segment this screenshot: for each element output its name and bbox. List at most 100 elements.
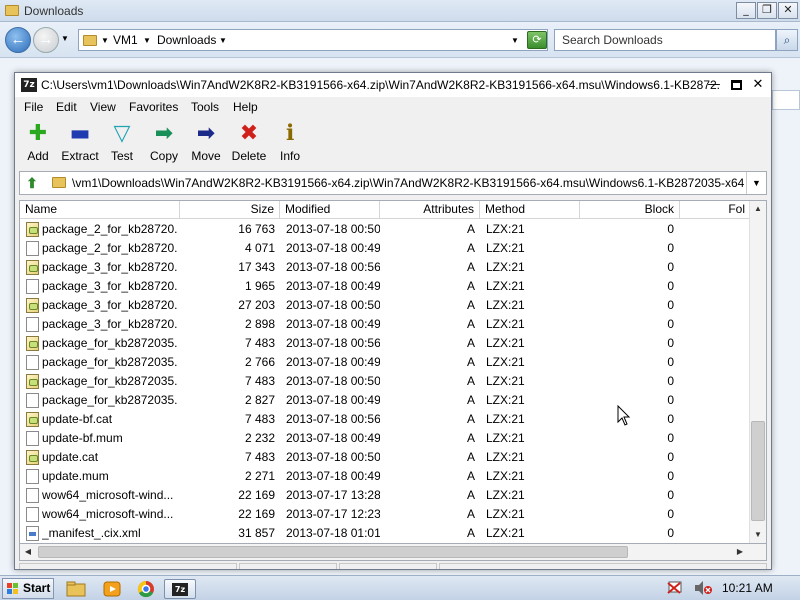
minimize-button[interactable]: — (705, 76, 723, 94)
cell-block: 0 (667, 317, 674, 331)
table-row[interactable]: update-bf.cat 7 483 2013-07-18 00:56 A LZX:2… (20, 410, 750, 429)
minimize-button[interactable]: _ (736, 2, 756, 19)
table-row[interactable]: package_for_kb2872035... 2 766 2013-07-18 … (20, 353, 750, 372)
cell-name: package_2_for_kb28720... (42, 241, 178, 255)
cell-size: 4 071 (244, 241, 275, 255)
add-button[interactable]: ✚ Add (14, 121, 62, 163)
table-row[interactable]: package_3_for_kb28720... 2 898 2013-07-18 … (20, 315, 750, 334)
cell-method: LZX:21 (486, 469, 525, 483)
7zip-window: 7z C:\Users\vm1\Downloads\Win7AndW2K8R2-… (14, 72, 772, 570)
address-path[interactable]: \vm1\Downloads\Win7AndW2K8R2-KB3191566-x… (72, 176, 744, 190)
breadcrumb-downloads[interactable]: Downloads (157, 33, 216, 47)
cell-modified: 2013-07-18 00:49 (286, 279, 380, 293)
column-name[interactable]: Name (20, 201, 180, 219)
7zip-address-bar[interactable]: ⬆ \vm1\Downloads\Win7AndW2K8R2-KB3191566… (19, 171, 767, 195)
cell-name: package_for_kb2872035... (42, 393, 178, 407)
recent-pages-icon[interactable]: ▼ (61, 34, 69, 43)
table-row[interactable]: package_2_for_kb28720... 4 071 2013-07-18 … (20, 239, 750, 258)
cell-modified: 2013-07-18 00:50 (286, 450, 380, 464)
column-block[interactable]: Block (580, 201, 680, 219)
column-folders[interactable]: Fol (680, 201, 750, 219)
search-input[interactable]: Search Downloads (554, 29, 776, 51)
table-row[interactable]: update-bf.mum 2 232 2013-07-18 00:49 A LZX:2… (20, 429, 750, 448)
clock[interactable]: 10:21 AM (722, 581, 773, 595)
cell-name: wow64_microsoft-wind... (42, 507, 174, 521)
menu-edit[interactable]: Edit (56, 100, 77, 114)
column-attributes[interactable]: Attributes (380, 201, 480, 219)
cell-size: 2 766 (244, 355, 275, 369)
table-row[interactable]: package_for_kb2872035... 7 483 2013-07-18 … (20, 372, 750, 391)
menu-file[interactable]: File (24, 100, 43, 114)
cell-block: 0 (667, 241, 674, 255)
scroll-up-icon[interactable]: ▲ (750, 201, 766, 217)
forward-button[interactable]: → (33, 27, 59, 53)
chrome-taskbar-icon[interactable] (135, 579, 157, 599)
explorer-taskbar-icon[interactable] (65, 579, 87, 599)
file-list[interactable]: Name Size Modified Attributes Method Blo… (19, 200, 767, 544)
table-row[interactable]: wow64_microsoft-wind... 22 169 2013-07-17 … (20, 505, 750, 524)
cell-method: LZX:21 (486, 355, 525, 369)
menu-tools[interactable]: Tools (191, 100, 219, 114)
explorer-title: Downloads (24, 4, 84, 18)
7zip-taskbar-icon[interactable]: 7z (164, 579, 196, 599)
table-row[interactable]: package_for_kb2872035... 2 827 2013-07-18 … (20, 391, 750, 410)
menu-help[interactable]: Help (233, 100, 258, 114)
search-icon[interactable]: ⌕ (776, 29, 798, 51)
extract-button[interactable]: ▬ Extract (56, 121, 104, 163)
table-row[interactable]: update.cat 7 483 2013-07-18 00:50 A LZX:21 0 (20, 448, 750, 467)
table-row[interactable]: wow64_microsoft-wind... 22 169 2013-07-17 … (20, 486, 750, 505)
chevron-down-icon[interactable]: ▼ (219, 36, 227, 45)
close-button[interactable]: ✕ (778, 2, 798, 19)
scroll-thumb[interactable] (751, 421, 765, 521)
move-button[interactable]: ➡ Move (182, 121, 230, 163)
restore-button[interactable]: ❐ (757, 2, 777, 19)
column-modified[interactable]: Modified (280, 201, 380, 219)
column-size[interactable]: Size (180, 201, 280, 219)
table-row[interactable]: update.mum 2 271 2013-07-18 00:49 A LZX:21 0 (20, 467, 750, 486)
volume-muted-icon[interactable] (692, 580, 710, 596)
column-method[interactable]: Method (480, 201, 580, 219)
chevron-down-icon[interactable]: ▼ (101, 36, 109, 45)
address-dropdown-icon[interactable]: ▼ (511, 36, 519, 45)
back-button[interactable]: ← (5, 27, 31, 53)
explorer-address-bar[interactable]: ▼ VM1 ▼ Downloads ▼ ▼ (78, 29, 548, 51)
media-player-taskbar-icon[interactable] (101, 579, 123, 599)
table-row[interactable]: package_for_kb2872035... 7 483 2013-07-18 … (20, 334, 750, 353)
cell-modified: 2013-07-18 00:49 (286, 317, 380, 331)
breadcrumb-vm1[interactable]: VM1 (113, 33, 138, 47)
refresh-button[interactable]: ⟳ (527, 31, 547, 49)
horizontal-scrollbar[interactable]: ◀ ▶ (19, 544, 767, 561)
column-header: Name Size Modified Attributes Method Blo… (20, 201, 750, 219)
table-row[interactable]: package_3_for_kb28720... 17 343 2013-07-18… (20, 258, 750, 277)
network-icon[interactable] (668, 580, 684, 596)
menu-favorites[interactable]: Favorites (129, 100, 178, 114)
cell-block: 0 (667, 279, 674, 293)
cell-size: 22 169 (238, 507, 275, 521)
table-row[interactable]: _manifest_.cix.xml 31 857 2013-07-18 01:01… (20, 524, 750, 543)
cell-attr: A (466, 412, 475, 426)
chevron-down-icon[interactable]: ▼ (746, 172, 766, 194)
cell-name: update.mum (42, 469, 109, 483)
close-button[interactable]: ✕ (749, 76, 767, 94)
scroll-right-icon[interactable]: ▶ (732, 544, 748, 560)
table-row[interactable]: package_2_for_kb28720... 16 763 2013-07-18… (20, 220, 750, 239)
cell-method: LZX:21 (486, 336, 525, 350)
chevron-down-icon[interactable]: ▼ (143, 36, 151, 45)
scroll-thumb[interactable] (38, 546, 628, 558)
scroll-left-icon[interactable]: ◀ (20, 544, 36, 560)
info-button[interactable]: ℹ Info (266, 121, 314, 163)
test-icon: ▽ (113, 121, 131, 146)
start-button[interactable]: Start (2, 578, 54, 599)
up-folder-icon[interactable]: ⬆ (24, 175, 40, 191)
menu-view[interactable]: View (90, 100, 116, 114)
copy-button[interactable]: ➡ Copy (140, 121, 188, 163)
table-row[interactable]: package_3_for_kb28720... 27 203 2013-07-18… (20, 296, 750, 315)
cell-method: LZX:21 (486, 241, 525, 255)
table-row[interactable]: package_3_for_kb28720... 1 965 2013-07-18 … (20, 277, 750, 296)
scroll-down-icon[interactable]: ▼ (750, 527, 766, 543)
test-button[interactable]: ▽ Test (98, 121, 146, 163)
vertical-scrollbar[interactable]: ▲ ▼ (749, 201, 766, 543)
cell-attr: A (466, 431, 475, 445)
cell-name: package_3_for_kb28720... (42, 317, 178, 331)
maximize-button[interactable] (727, 76, 745, 94)
